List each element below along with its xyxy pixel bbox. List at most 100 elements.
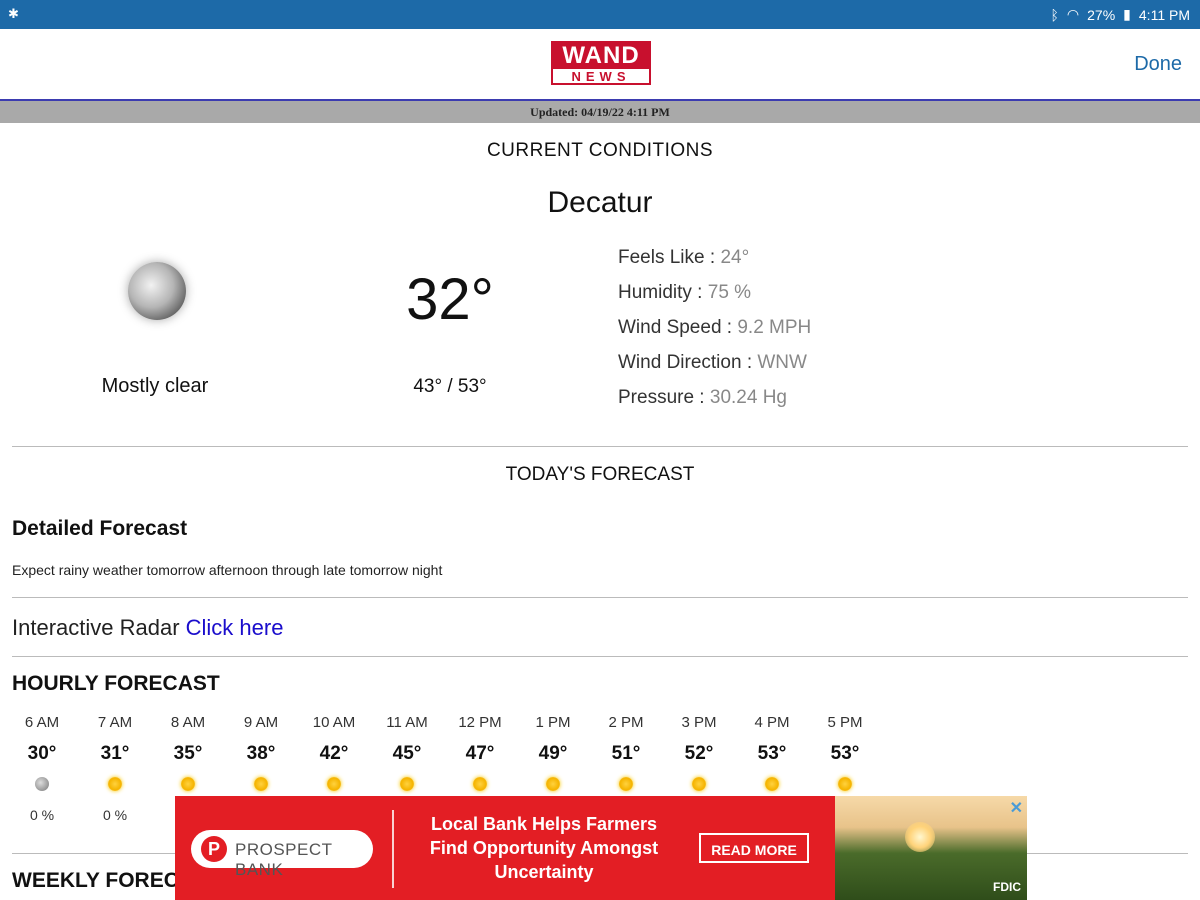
- current-conditions-title: CURRENT CONDITIONS: [486, 140, 714, 161]
- hour-item: 11 AM 45°: [371, 714, 443, 791]
- wind-speed-row: Wind Speed : 9.2 MPH: [618, 316, 811, 351]
- bluetooth-icon: ᛒ: [1050, 6, 1059, 23]
- hour-temp: 31°: [100, 743, 130, 764]
- ad-banner[interactable]: P PROSPECT BANK Local Bank Helps Farmers…: [175, 796, 1027, 900]
- battery-percent: 27%: [1087, 6, 1116, 23]
- hour-temp: 52°: [684, 743, 714, 764]
- wand-news-logo: WAND NEWS: [551, 41, 651, 85]
- hour-time: 9 AM: [243, 714, 279, 731]
- hour-time: 11 AM: [386, 714, 428, 731]
- ad-close-icon[interactable]: ✕: [1010, 798, 1023, 818]
- hour-time: 4 PM: [754, 714, 790, 731]
- detail-value: 24°: [720, 247, 750, 268]
- hour-item: 3 PM 52°: [663, 714, 735, 791]
- hour-item: 8 AM 35°: [152, 714, 224, 791]
- interactive-radar-row: Interactive Radar Click here: [12, 615, 283, 641]
- hour-time: 7 AM: [97, 714, 133, 731]
- hour-temp: 53°: [757, 743, 787, 764]
- hour-time: 12 PM: [458, 714, 502, 731]
- hour-temp: 51°: [611, 743, 641, 764]
- hour-temp: 45°: [392, 743, 422, 764]
- hour-temp: 49°: [538, 743, 568, 764]
- hour-item: 1 PM 49°: [517, 714, 589, 791]
- status-bar: ✱ ᛒ ◠ 27% ▮ 4:11 PM: [0, 0, 1200, 29]
- hour-item: 4 PM 53°: [736, 714, 808, 791]
- fdic-badge: FDIC: [993, 880, 1021, 894]
- hour-precip: 0 %: [29, 807, 55, 823]
- sun-icon: [546, 777, 560, 791]
- hour-temp: 30°: [27, 743, 57, 764]
- hour-temp: 47°: [465, 743, 495, 764]
- cornfield-image: ✕ FDIC: [835, 796, 1027, 900]
- hour-item: 6 AM 30° 0 %: [6, 714, 78, 823]
- radar-label: Interactive Radar: [12, 615, 186, 640]
- hour-time: 1 PM: [535, 714, 571, 731]
- sun-icon: [400, 777, 414, 791]
- detail-label: Feels Like :: [618, 247, 721, 268]
- status-right: ᛒ ◠ 27% ▮ 4:11 PM: [1051, 6, 1190, 23]
- hour-temp: 42°: [319, 743, 349, 764]
- bank-logo-icon: P: [201, 836, 227, 862]
- divider: [12, 656, 1188, 657]
- weekly-forecast-title: WEEKLY FOREC: [12, 869, 179, 892]
- todays-forecast-title: TODAY'S FORECAST: [505, 464, 695, 485]
- sun-icon: [254, 777, 268, 791]
- done-button[interactable]: Done: [1134, 53, 1182, 76]
- sun-glow: [905, 822, 935, 852]
- moon-icon: [35, 777, 49, 791]
- detail-value: 9.2 MPH: [737, 317, 812, 338]
- clock: 4:11 PM: [1138, 6, 1190, 23]
- pressure-row: Pressure : 30.24 Hg: [618, 386, 811, 421]
- sun-icon: [181, 777, 195, 791]
- feels-like-row: Feels Like : 24°: [618, 246, 811, 281]
- hour-temp: 53°: [830, 743, 860, 764]
- conditions-details: Feels Like : 24° Humidity : 75 % Wind Sp…: [618, 246, 811, 421]
- ad-headline: Local Bank Helps Farmers Find Opportunit…: [429, 814, 659, 882]
- detail-label: Humidity :: [618, 282, 708, 303]
- sun-icon: [692, 777, 706, 791]
- hour-precip: 0 %: [102, 807, 128, 823]
- battery-icon: ▮: [1123, 6, 1131, 22]
- detail-label: Pressure :: [618, 387, 710, 408]
- hour-item: 9 AM 38°: [225, 714, 297, 791]
- logo-top: WAND: [551, 41, 651, 69]
- hour-item: 12 PM 47°: [444, 714, 516, 791]
- updated-banner: Updated: 04/19/22 4:11 PM: [0, 101, 1200, 123]
- hour-temp: 38°: [246, 743, 276, 764]
- app-header: WAND NEWS Done: [0, 29, 1200, 101]
- notification-icon: ✱: [8, 6, 19, 21]
- moon-icon: [128, 262, 186, 320]
- sun-icon: [108, 777, 122, 791]
- sun-icon: [473, 777, 487, 791]
- sun-icon: [838, 777, 852, 791]
- hour-item: 10 AM 42°: [298, 714, 370, 791]
- detailed-forecast-text: Expect rainy weather tomorrow afternoon …: [12, 562, 443, 578]
- wind-direction-row: Wind Direction : WNW: [618, 351, 811, 386]
- divider: [12, 446, 1188, 447]
- condition-text: Mostly clear: [101, 375, 209, 397]
- hour-time: 3 PM: [681, 714, 717, 731]
- radar-link[interactable]: Click here: [186, 615, 284, 640]
- hour-time: 5 PM: [827, 714, 863, 731]
- humidity-row: Humidity : 75 %: [618, 281, 811, 316]
- hour-time: 2 PM: [608, 714, 644, 731]
- high-low: 43° / 53°: [413, 376, 487, 397]
- hour-time: 10 AM: [312, 714, 356, 731]
- hour-time: 6 AM: [24, 714, 60, 731]
- detail-value: WNW: [757, 352, 807, 373]
- logo-bottom: NEWS: [551, 67, 651, 85]
- current-temperature: 32°: [406, 267, 494, 332]
- divider: [12, 597, 1188, 598]
- read-more-button[interactable]: READ MORE: [699, 833, 809, 863]
- sun-icon: [327, 777, 341, 791]
- detailed-forecast-title: Detailed Forecast: [12, 517, 188, 540]
- prospect-bank-logo: P PROSPECT BANK: [191, 830, 373, 879]
- sun-icon: [619, 777, 633, 791]
- city-name: Decatur: [547, 186, 653, 219]
- detail-value: 30.24 Hg: [709, 387, 787, 408]
- sun-icon: [765, 777, 779, 791]
- hour-item: 7 AM 31° 0 %: [79, 714, 151, 823]
- hour-time: 8 AM: [170, 714, 206, 731]
- hour-item: 2 PM 51°: [590, 714, 662, 791]
- bank-name: PROSPECT BANK: [235, 840, 333, 879]
